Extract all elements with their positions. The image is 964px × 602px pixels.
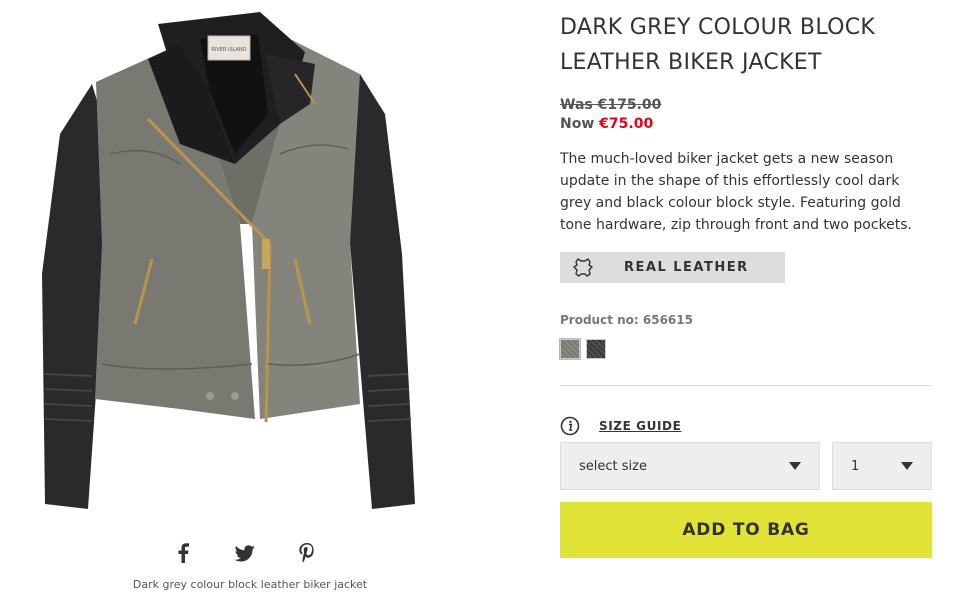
product-number: Product no: 656615	[560, 313, 693, 327]
size-select[interactable]: select size	[560, 442, 820, 490]
image-caption: Dark grey colour block leather biker jac…	[132, 578, 368, 591]
price-block: Was €175.00 Now €75.00	[560, 96, 932, 134]
divider	[560, 385, 932, 386]
chevron-down-icon	[789, 462, 801, 470]
product-details: DARK GREY COLOUR BLOCK LEATHER BIKER JAC…	[559, 0, 932, 558]
colour-swatches	[559, 338, 932, 360]
add-to-bag-button[interactable]: ADD TO BAG	[560, 502, 932, 558]
real-leather-badge: REAL LEATHER	[560, 252, 785, 283]
swatch-dark-grey[interactable]	[559, 338, 581, 360]
size-guide-link[interactable]: SIZE GUIDE	[599, 419, 681, 433]
leather-hide-icon	[573, 257, 593, 277]
facebook-icon[interactable]	[170, 540, 196, 566]
selects-row: select size 1	[560, 442, 932, 490]
price-now-amount: €75.00	[599, 116, 654, 132]
product-title: DARK GREY COLOUR BLOCK LEATHER BIKER JAC…	[560, 15, 876, 75]
product-image[interactable]: RIVER ISLAND	[30, 4, 430, 514]
product-image-column: RIVER ISLAND Dark grey colour block leat…	[0, 0, 520, 602]
share-bar	[170, 540, 320, 566]
size-guide-row: SIZE GUIDE	[560, 416, 932, 436]
price-was: Was €175.00	[560, 97, 662, 113]
badge-label: REAL LEATHER	[624, 260, 749, 275]
twitter-icon[interactable]	[232, 540, 258, 566]
chevron-down-icon	[901, 462, 913, 470]
label-tag-text: RIVER ISLAND	[211, 47, 246, 53]
quantity-select-value: 1	[851, 458, 860, 474]
product-description: The much-loved biker jacket gets a new s…	[560, 151, 912, 233]
price-now-prefix: Now	[560, 116, 600, 132]
swatch-black[interactable]	[586, 339, 606, 359]
size-select-value: select size	[579, 458, 647, 474]
quantity-select[interactable]: 1	[832, 442, 932, 490]
info-icon	[560, 416, 580, 436]
pinterest-icon[interactable]	[294, 540, 320, 566]
